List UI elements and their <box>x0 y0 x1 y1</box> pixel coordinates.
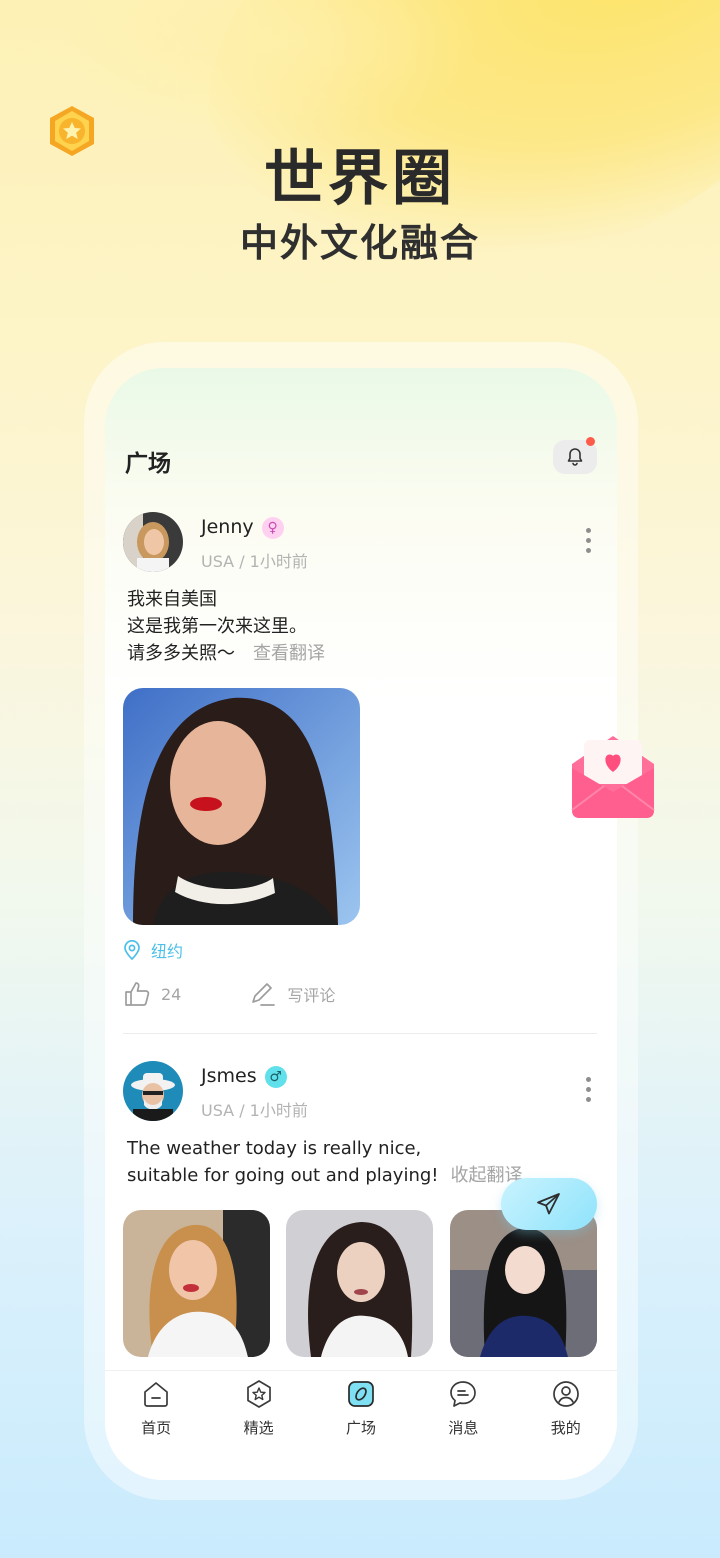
post-image[interactable] <box>123 688 360 925</box>
post-username[interactable]: Jsmes ♂ <box>201 1065 287 1088</box>
post-text: The weather today is really nice, suitab… <box>127 1138 523 1186</box>
page-title: 广场 <box>125 451 171 477</box>
post-card: Jenny ♀ USA / 1小时前 我来自美国 这是我第一次来这里。 请多多关照… <box>123 512 597 1032</box>
tab-home[interactable]: 首页 <box>121 1371 191 1480</box>
thumbs-up-icon <box>125 982 150 1006</box>
love-envelope-icon <box>571 736 655 818</box>
star-icon <box>246 1380 271 1408</box>
hero-title: 世界圈 <box>264 144 456 214</box>
send-post-button[interactable] <box>501 1178 597 1230</box>
post-image[interactable] <box>450 1210 597 1357</box>
post-actions: 24 写评论 <box>123 980 335 1008</box>
phone-screen: 广场 Jenny ♀ USA / 1小时前 我来自美国 这是我第一次来这里。 请多 <box>105 368 617 1480</box>
tab-messages[interactable]: 消息 <box>428 1371 498 1480</box>
male-gender-icon: ♂ <box>264 1065 287 1088</box>
tab-plaza[interactable]: 广场 <box>326 1371 396 1480</box>
bottom-tab-bar: 首页 精选 广场 消息 我的 <box>105 1370 617 1480</box>
edit-pencil-icon <box>252 983 276 1006</box>
notification-dot <box>586 437 595 446</box>
plaza-icon <box>348 1381 374 1407</box>
notification-button[interactable] <box>553 437 597 474</box>
comment-button[interactable]: 写评论 <box>249 980 335 1008</box>
post-meta: USA / 1小时前 <box>201 1101 308 1120</box>
post-username[interactable]: Jenny ♀ <box>201 516 284 539</box>
like-button[interactable]: 24 <box>123 980 181 1008</box>
translate-link[interactable]: 查看翻译 <box>253 643 325 664</box>
tab-profile[interactable]: 我的 <box>531 1371 601 1480</box>
post-image[interactable] <box>286 1210 433 1357</box>
avatar[interactable] <box>123 512 183 572</box>
more-options-icon[interactable] <box>585 1077 591 1103</box>
hero-subtitle: 中外文化融合 <box>239 221 480 265</box>
avatar[interactable] <box>123 1061 183 1121</box>
post-divider <box>123 1033 597 1034</box>
home-icon <box>144 1382 169 1407</box>
location-tag[interactable]: 纽约 <box>123 938 183 962</box>
message-icon <box>450 1381 477 1407</box>
post-text: 我来自美国 这是我第一次来这里。 请多多关照～ 查看翻译 <box>127 589 325 664</box>
post-meta: USA / 1小时前 <box>201 552 308 571</box>
profile-icon <box>552 1381 579 1407</box>
female-gender-icon: ♀ <box>261 516 284 539</box>
more-options-icon[interactable] <box>585 528 591 554</box>
tab-featured[interactable]: 精选 <box>224 1371 294 1480</box>
post-image[interactable] <box>123 1210 270 1357</box>
bell-icon <box>567 448 583 466</box>
location-pin-icon <box>124 940 140 960</box>
paper-plane-icon <box>537 1193 560 1215</box>
